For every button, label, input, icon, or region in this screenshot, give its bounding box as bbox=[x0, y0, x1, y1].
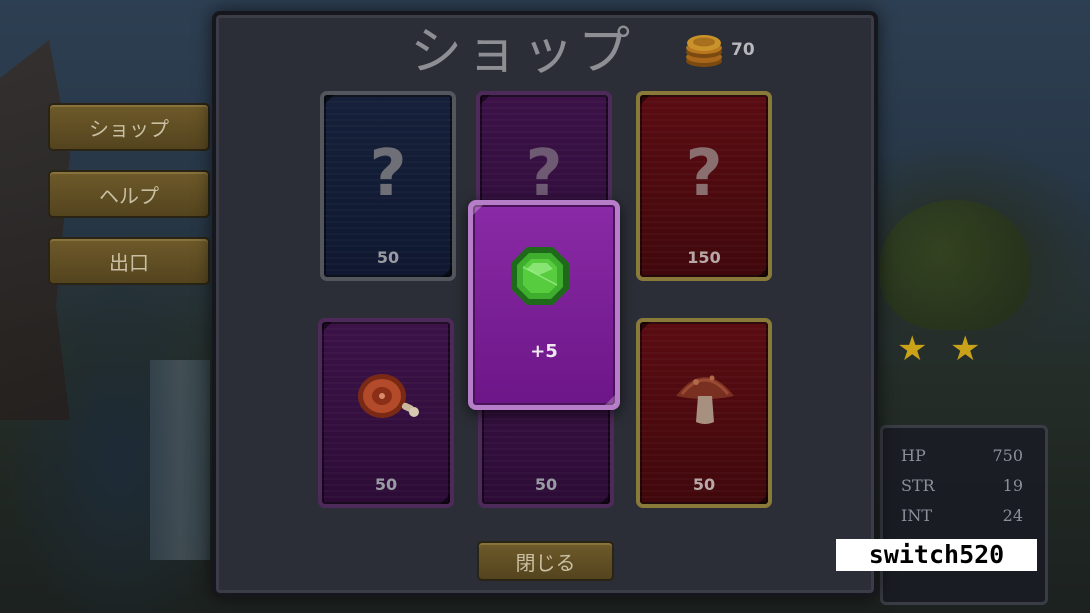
coin-stack-icon bbox=[686, 35, 722, 67]
question-mark-icon: ? bbox=[369, 137, 407, 211]
stat-name: HP bbox=[901, 446, 926, 465]
star-icon: ★ bbox=[897, 329, 928, 369]
stat-value: 24 bbox=[1002, 506, 1023, 525]
stat-name: STR bbox=[901, 476, 935, 495]
stat-row-hp: HP 750 bbox=[901, 446, 1023, 465]
stat-row-str: STR 19 bbox=[901, 476, 1023, 495]
stat-value: 750 bbox=[992, 446, 1023, 465]
watermark-label: switch520 bbox=[836, 539, 1037, 571]
help-menu-button[interactable]: ヘルプ bbox=[48, 170, 210, 218]
shop-title: ショップ bbox=[410, 22, 635, 82]
reward-popup-card[interactable]: +5 bbox=[468, 200, 620, 410]
emerald-gem-icon bbox=[511, 247, 569, 305]
reward-value: +5 bbox=[530, 341, 558, 362]
stat-name: INT bbox=[901, 506, 932, 525]
close-button[interactable]: 閉じる bbox=[477, 541, 614, 581]
shop-card-meat[interactable]: 50 bbox=[318, 318, 454, 508]
stat-value: 19 bbox=[1002, 476, 1023, 495]
shop-card-mystery[interactable]: ? 50 bbox=[320, 91, 456, 281]
shop-card-mushroom[interactable]: 50 bbox=[636, 318, 772, 508]
shop-menu-button[interactable]: ショップ bbox=[48, 103, 210, 151]
card-price: 50 bbox=[534, 475, 558, 494]
exit-menu-button[interactable]: 出口 bbox=[48, 237, 210, 285]
card-price: 50 bbox=[376, 248, 400, 267]
stats-panel: HP 750 STR 19 INT 24 bbox=[880, 425, 1048, 605]
coin-count: 70 bbox=[731, 40, 755, 60]
meat-icon bbox=[358, 374, 419, 418]
card-price: 150 bbox=[687, 248, 721, 267]
card-price: 50 bbox=[374, 475, 398, 494]
star-icon: ★ bbox=[950, 329, 981, 369]
card-price: 50 bbox=[692, 475, 716, 494]
question-mark-icon: ? bbox=[685, 137, 723, 211]
stat-row-int: INT 24 bbox=[901, 506, 1023, 525]
shop-card-mystery[interactable]: ? 150 bbox=[636, 91, 772, 281]
mushroom-icon bbox=[676, 375, 734, 424]
